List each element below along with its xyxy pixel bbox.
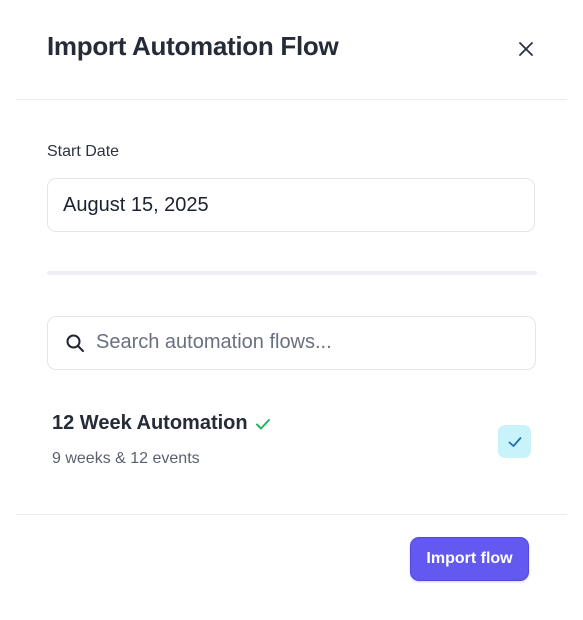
close-button[interactable] — [512, 35, 540, 63]
list-item[interactable]: 12 Week Automation 9 weeks & 12 events — [47, 400, 537, 484]
checkmark-icon — [508, 436, 521, 447]
section-separator — [47, 271, 537, 275]
search-input[interactable] — [96, 317, 516, 368]
flow-name: 12 Week Automation — [52, 412, 248, 434]
modal-header: Import Automation Flow — [0, 0, 583, 99]
footer-divider — [16, 514, 567, 515]
modal-title: Import Automation Flow — [47, 31, 339, 61]
start-date-label: Start Date — [47, 143, 120, 160]
flow-meta: 9 weeks & 12 events — [52, 450, 200, 467]
flow-select-checkbox[interactable] — [498, 425, 531, 458]
search-icon — [66, 334, 84, 352]
start-date-value: August 15, 2025 — [63, 193, 209, 216]
search-box[interactable] — [47, 316, 536, 370]
import-flow-button[interactable]: Import flow — [410, 537, 529, 581]
check-icon — [256, 419, 270, 430]
import-automation-flow-modal: Import Automation Flow Start Date August… — [0, 0, 583, 620]
close-icon — [519, 42, 533, 56]
header-divider — [16, 99, 567, 100]
start-date-field[interactable]: August 15, 2025 — [47, 178, 535, 232]
